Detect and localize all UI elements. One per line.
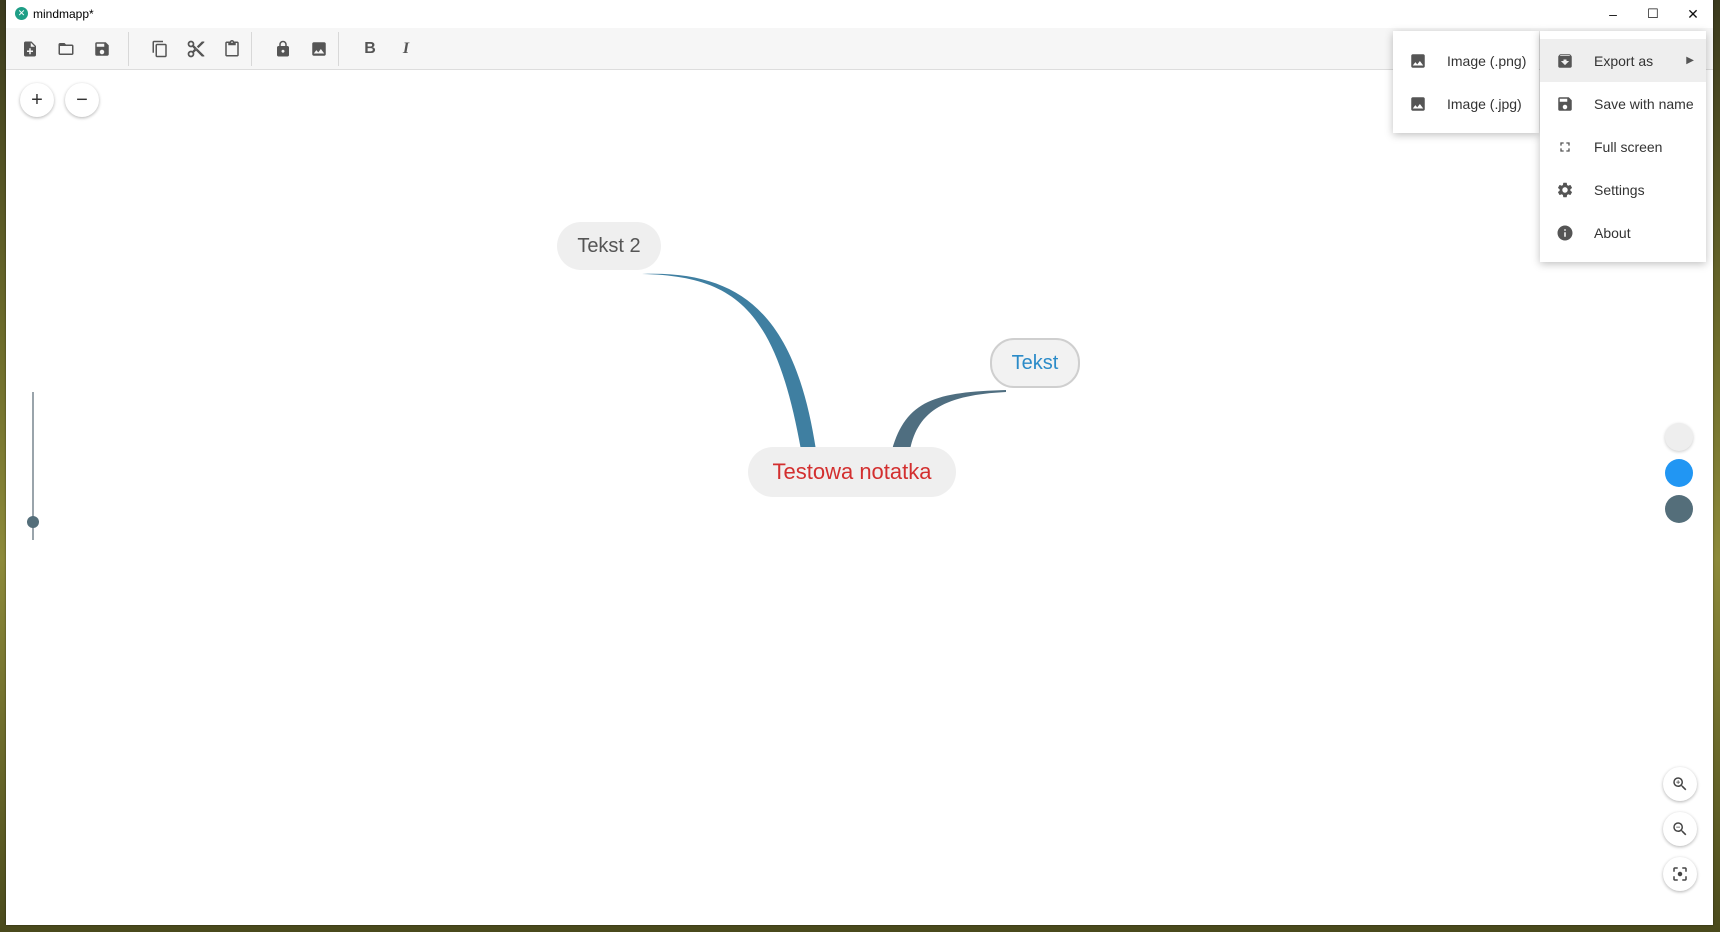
center-focus-icon — [1673, 867, 1687, 881]
menu-item-full-screen[interactable]: Full screen — [1540, 125, 1706, 168]
toolbar-divider — [338, 32, 339, 66]
branch-tekst — [892, 390, 1006, 450]
save-icon[interactable] — [89, 36, 115, 62]
image-icon — [1407, 93, 1429, 115]
image-icon[interactable] — [306, 36, 332, 62]
window-title: mindmapp* — [33, 7, 94, 21]
submenu-arrow-icon: ▶ — [1686, 55, 1694, 66]
menu-item-about[interactable]: About — [1540, 211, 1706, 254]
bold-button[interactable]: B — [357, 36, 383, 62]
zoom-in-icon — [1673, 777, 1687, 791]
menu-item-label: Image (.png) — [1447, 52, 1527, 69]
paste-icon[interactable] — [219, 36, 245, 62]
italic-button[interactable]: I — [393, 36, 419, 62]
color-swatch-light[interactable] — [1665, 423, 1693, 451]
center-map-button[interactable] — [1663, 857, 1697, 891]
menu-item-label: Export as — [1594, 52, 1654, 69]
mindmap-node-child-selected[interactable]: Tekst — [990, 338, 1080, 388]
copy-icon[interactable] — [147, 36, 173, 62]
zoom-in-button[interactable] — [1663, 767, 1697, 801]
app-logo-icon: ✕ — [15, 7, 28, 20]
export-jpg-item[interactable]: Image (.jpg) — [1393, 82, 1539, 125]
cut-icon[interactable] — [183, 36, 209, 62]
fullscreen-icon — [1554, 136, 1576, 158]
color-swatch-slate[interactable] — [1665, 495, 1693, 523]
menu-item-export-as[interactable]: Export as ▶ — [1540, 39, 1706, 82]
menu-item-label: Image (.jpg) — [1447, 95, 1522, 112]
mindmap-canvas[interactable]: + − Tekst 2 Tekst Testowa notatka — [6, 70, 1713, 925]
zoom-out-button[interactable] — [1663, 812, 1697, 846]
minimize-button[interactable]: – — [1593, 0, 1633, 28]
open-folder-icon[interactable] — [53, 36, 79, 62]
app-window: ✕ mindmapp* – ☐ ✕ B I + − Tekst 2 Tekst … — [6, 0, 1713, 925]
branch-tekst-2 — [642, 273, 816, 450]
toolbar-divider — [128, 32, 129, 66]
color-swatch-blue[interactable] — [1665, 459, 1693, 487]
new-file-icon[interactable] — [17, 36, 43, 62]
title-bar: ✕ mindmapp* – ☐ ✕ — [6, 0, 1713, 29]
menu-item-save-with-name[interactable]: Save with name — [1540, 82, 1706, 125]
branch-lines — [642, 273, 1006, 450]
zoom-out-icon — [1673, 822, 1687, 836]
menu-item-label: Save with name — [1594, 95, 1694, 112]
main-menu: Export as ▶ Save with name Full screen S… — [1540, 31, 1706, 262]
mindmap-node-root[interactable]: Testowa notatka — [748, 447, 956, 497]
zoom-slider-handle[interactable] — [27, 516, 39, 528]
maximize-button[interactable]: ☐ — [1633, 0, 1673, 28]
export-icon — [1554, 50, 1576, 72]
menu-item-settings[interactable]: Settings — [1540, 168, 1706, 211]
export-submenu: Image (.png) Image (.jpg) — [1393, 31, 1539, 133]
menu-item-label: About — [1594, 224, 1631, 241]
menu-item-label: Settings — [1594, 181, 1645, 198]
gear-icon — [1554, 179, 1576, 201]
save-icon — [1554, 93, 1576, 115]
info-icon — [1554, 222, 1576, 244]
mindmap-node-child[interactable]: Tekst 2 — [557, 222, 661, 270]
close-button[interactable]: ✕ — [1673, 0, 1713, 28]
menu-item-label: Full screen — [1594, 138, 1663, 155]
toolbar-divider — [251, 32, 252, 66]
image-icon — [1407, 50, 1429, 72]
lock-icon[interactable] — [270, 36, 296, 62]
export-png-item[interactable]: Image (.png) — [1393, 39, 1539, 82]
